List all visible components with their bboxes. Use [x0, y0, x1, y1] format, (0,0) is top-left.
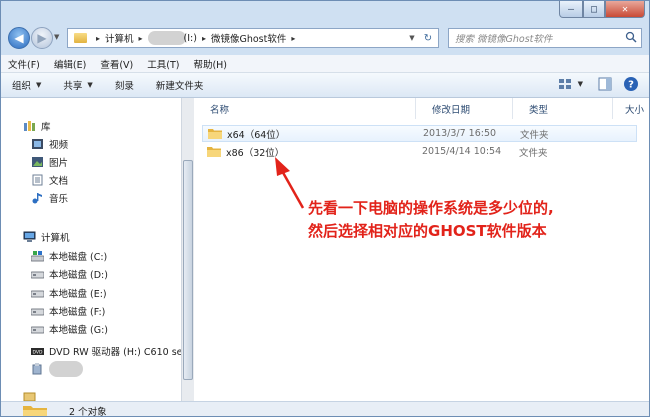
annotation-line-2: 然后选择相对应的GHOST软件版本 — [308, 222, 547, 240]
annotation-text: 先看一下电脑的操作系统是多少位的, 然后选择相对应的GHOST软件版本 — [308, 197, 554, 243]
status-bar: 2 个对象 — [1, 401, 649, 417]
status-item-count: 2 个对象 — [69, 406, 107, 417]
folder-icon — [23, 405, 47, 416]
annotation-line-1: 先看一下电脑的操作系统是多少位的, — [308, 199, 554, 217]
explorer-window: – □ ✕ ◀ ▶ ▼ ▸ 计算机 ▸ (I:) ▸ 微镜像Ghost软件 ▸ … — [0, 0, 650, 417]
